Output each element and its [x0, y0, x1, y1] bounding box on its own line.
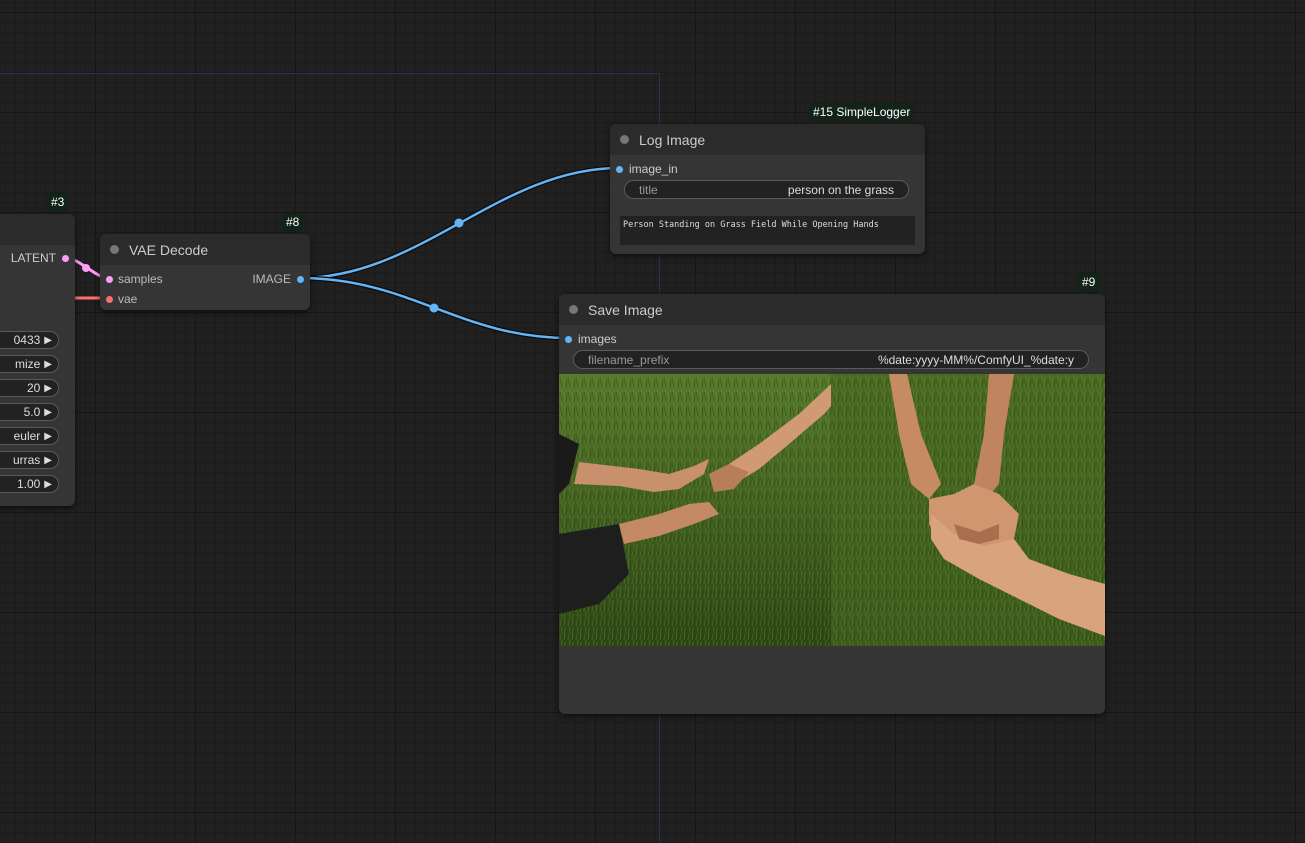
filename-prefix-value: %date:yyyy-MM%/ComfyUI_%date:y: [877, 352, 1074, 367]
cfg-widget[interactable]: 5.0 ▶: [0, 403, 59, 421]
sampler-widget[interactable]: euler ▶: [0, 427, 59, 445]
image-link-log-midpoint[interactable]: [454, 218, 464, 228]
log-text-area[interactable]: Person Standing on Grass Field While Ope…: [620, 216, 915, 245]
image-in-label: image_in: [629, 162, 678, 176]
denoise-value: 1.00: [16, 477, 41, 491]
cfg-value: 5.0: [23, 405, 41, 419]
images-input-pin[interactable]: [565, 335, 572, 343]
increment-arrow-icon[interactable]: ▶: [44, 359, 58, 370]
filename-prefix-label: filename_prefix: [588, 352, 670, 367]
log-image-id-badge: #15 SimpleLogger: [809, 103, 915, 121]
denoise-widget[interactable]: 1.00 ▶: [0, 475, 59, 493]
vae-decode-id-badge: #8: [282, 213, 304, 231]
scheduler-value: urras: [12, 453, 41, 467]
filename-prefix-widget[interactable]: filename_prefix %date:yyyy-MM%/ComfyUI_%…: [573, 350, 1089, 369]
increment-arrow-icon[interactable]: ▶: [44, 383, 58, 394]
increment-arrow-icon[interactable]: ▶: [44, 479, 58, 490]
vae-decode-header[interactable]: VAE Decode: [100, 234, 310, 265]
vae-decode-node[interactable]: VAE Decode samples vae IMAGE: [100, 234, 310, 310]
increment-arrow-icon[interactable]: ▶: [44, 431, 58, 442]
control-after-generate-widget[interactable]: mize ▶: [0, 355, 59, 373]
ksampler-header[interactable]: [0, 214, 75, 245]
samples-input[interactable]: samples: [106, 272, 163, 286]
collapse-dot-icon[interactable]: [110, 245, 119, 254]
samples-input-pin[interactable]: [106, 275, 113, 283]
image-output-label: IMAGE: [252, 272, 291, 286]
ksampler-id-badge: #3: [47, 193, 69, 211]
seed-widget[interactable]: 0433 ▶: [0, 331, 59, 349]
images-input-label: images: [578, 332, 617, 346]
image-link-save-midpoint[interactable]: [429, 303, 439, 313]
image-in-pin[interactable]: [616, 165, 623, 173]
vae-input[interactable]: vae: [106, 292, 137, 306]
increment-arrow-icon[interactable]: ▶: [44, 455, 58, 466]
title-widget-label: title: [639, 182, 658, 197]
log-image-header[interactable]: Log Image: [610, 124, 925, 155]
vae-input-pin[interactable]: [106, 295, 113, 303]
image-in-input[interactable]: image_in: [616, 162, 678, 176]
log-image-title: Log Image: [639, 131, 706, 148]
save-image-title: Save Image: [588, 301, 663, 318]
samples-input-label: samples: [118, 272, 163, 286]
image-output-pin[interactable]: [297, 275, 304, 283]
collapse-dot-icon[interactable]: [620, 135, 629, 144]
collapse-dot-icon[interactable]: [569, 305, 578, 314]
images-input[interactable]: images: [565, 332, 617, 346]
scheduler-widget[interactable]: urras ▶: [0, 451, 59, 469]
vae-input-label: vae: [118, 292, 138, 306]
steps-value: 20: [26, 381, 41, 395]
vae-decode-title: VAE Decode: [129, 241, 209, 258]
steps-widget[interactable]: 20 ▶: [0, 379, 59, 397]
preview-picture: [559, 374, 1105, 646]
increment-arrow-icon[interactable]: ▶: [44, 335, 58, 346]
image-output[interactable]: IMAGE: [252, 272, 304, 286]
save-image-header[interactable]: Save Image: [559, 294, 1105, 325]
save-image-node[interactable]: Save Image images filename_prefix %date:…: [559, 294, 1105, 714]
sampler-value: euler: [13, 429, 41, 443]
latent-output[interactable]: LATENT: [11, 251, 69, 265]
latent-link-midpoint[interactable]: [82, 264, 90, 272]
save-image-id-badge: #9: [1078, 273, 1100, 291]
increment-arrow-icon[interactable]: ▶: [44, 407, 58, 418]
title-widget-value: person on the grass: [787, 182, 894, 197]
control-value: mize: [14, 357, 41, 371]
seed-value: 0433: [13, 333, 41, 347]
latent-output-label: LATENT: [10, 251, 56, 265]
title-widget[interactable]: title person on the grass: [624, 180, 909, 199]
log-image-node[interactable]: Log Image image_in title person on the g…: [610, 124, 925, 254]
ksampler-node[interactable]: LATENT 0433 ▶ mize ▶ 20 ▶ 5.0 ▶ euler ▶ urras…: [0, 214, 75, 506]
image-preview[interactable]: [559, 374, 1105, 646]
latent-output-pin[interactable]: [62, 254, 69, 262]
